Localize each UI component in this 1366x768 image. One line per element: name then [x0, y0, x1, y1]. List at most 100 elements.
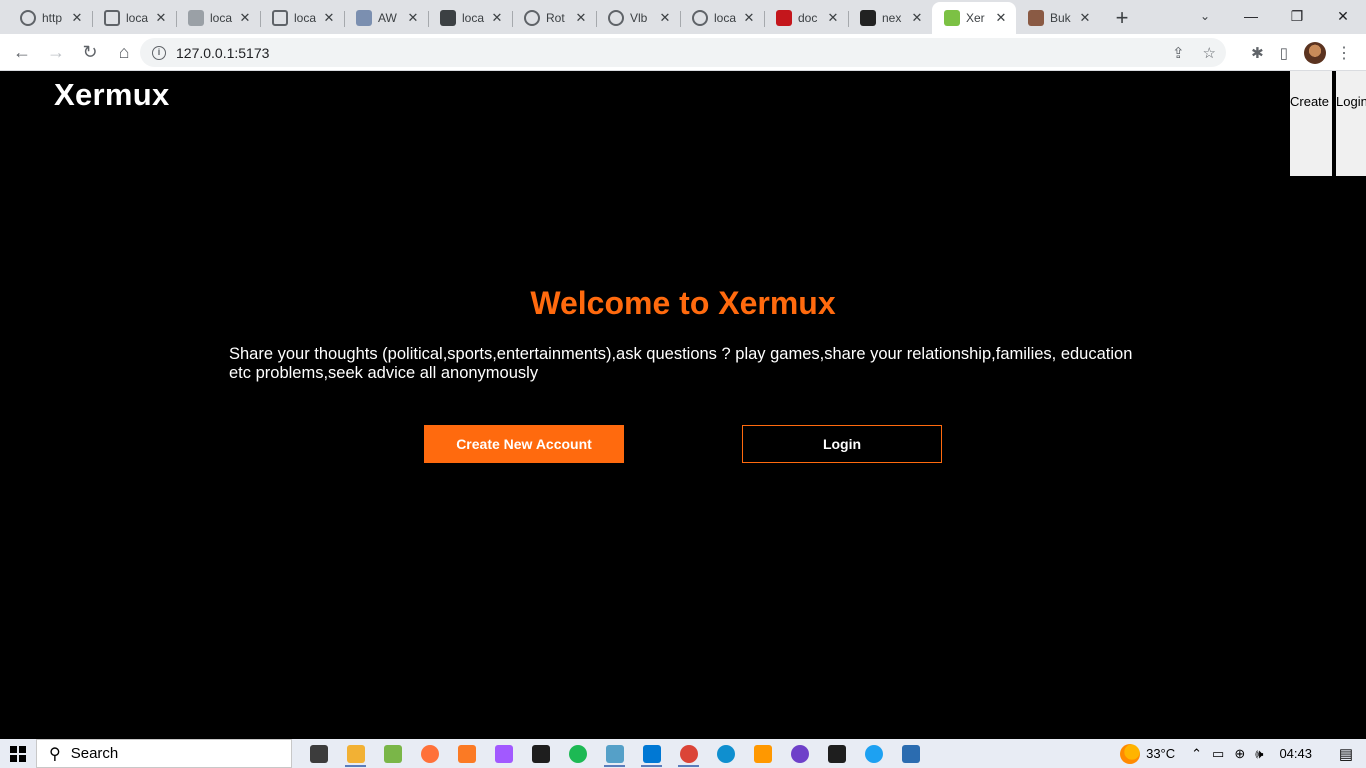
app-glyph [864, 744, 883, 763]
tab-title: doc [798, 11, 818, 25]
tab-close-icon[interactable]: ✕ [154, 10, 168, 26]
restore-button[interactable]: ❐ [1274, 0, 1320, 32]
globe-icon [692, 10, 708, 26]
browser-menu-icon[interactable]: ⋮ [1336, 34, 1352, 71]
tab-title: loca [714, 11, 737, 25]
login-button[interactable]: Login [742, 425, 942, 463]
tab-close-icon[interactable]: ✕ [490, 10, 504, 26]
tab-close-icon[interactable]: ✕ [826, 10, 840, 26]
browser-tab[interactable]: loca ✕ [176, 2, 260, 34]
tab-title: Rot [546, 11, 565, 25]
forward-button[interactable]: → [40, 36, 72, 68]
xermux-logo-icon [944, 10, 960, 26]
close-window-button[interactable]: ✕ [1320, 0, 1366, 32]
address-bar[interactable]: i 127.0.0.1:5173 ⇪ ☆ [140, 38, 1226, 67]
browser-tab[interactable]: Rot ✕ [512, 2, 596, 34]
nav-create-button[interactable]: Create [1290, 71, 1332, 176]
url-text[interactable]: 127.0.0.1:5173 [176, 45, 269, 61]
window-controls: — ❐ ✕ [1228, 0, 1366, 32]
bookmark-star-icon[interactable]: ☆ [1203, 44, 1216, 62]
paint-icon[interactable] [374, 739, 411, 768]
tab-close-icon[interactable]: ✕ [994, 10, 1008, 26]
globe-icon [608, 10, 624, 26]
tab-close-icon[interactable]: ✕ [658, 10, 672, 26]
clock[interactable]: 04:43 [1279, 746, 1312, 761]
tab-close-icon[interactable]: ✕ [322, 10, 336, 26]
app-glyph [790, 744, 809, 763]
task-view-icon[interactable] [300, 739, 337, 768]
taskbar-search[interactable]: ⚲ Search [36, 739, 292, 768]
app-glyph [457, 744, 476, 763]
browser-tab[interactable]: loca ✕ [680, 2, 764, 34]
extensions-icon[interactable]: ✱ [1251, 44, 1264, 62]
tray-chevron-icon[interactable]: ⌃ [1191, 746, 1202, 762]
grid-icon [356, 10, 372, 26]
tab-close-icon[interactable]: ✕ [1078, 10, 1092, 26]
network-icon[interactable]: ⊕ [1234, 746, 1245, 762]
spotify-icon[interactable] [559, 739, 596, 768]
minimize-button[interactable]: — [1228, 0, 1274, 32]
nav-login-button[interactable]: Login [1336, 71, 1366, 176]
browser-tab[interactable]: loca ✕ [428, 2, 512, 34]
weather-temperature: 33°C [1146, 746, 1176, 761]
browser-tab[interactable]: doc ✕ [764, 2, 848, 34]
home-button[interactable]: ⌂ [108, 36, 140, 68]
tab-close-icon[interactable]: ✕ [910, 10, 924, 26]
tab-title: loca [210, 11, 233, 25]
tab-title: loca [462, 11, 485, 25]
twitter-icon[interactable] [855, 739, 892, 768]
edge-icon[interactable] [707, 739, 744, 768]
notification-center-icon[interactable]: ▤ [1326, 745, 1366, 763]
store-icon[interactable] [522, 739, 559, 768]
create-account-button[interactable]: Create New Account [424, 425, 624, 463]
brand-logo[interactable]: Xermux [54, 77, 170, 113]
new-tab-button[interactable]: + [1104, 2, 1140, 34]
tab-search-button[interactable]: ⌄ [1190, 0, 1220, 32]
browser-tab[interactable]: AW ✕ [344, 2, 428, 34]
tab-close-icon[interactable]: ✕ [406, 10, 420, 26]
browser-tab[interactable]: loca ✕ [92, 2, 176, 34]
box-icon [272, 10, 288, 26]
back-button[interactable]: ← [6, 36, 38, 68]
github-desktop-icon[interactable] [781, 739, 818, 768]
tab-close-icon[interactable]: ✕ [238, 10, 252, 26]
site-info-icon[interactable]: i [152, 45, 166, 60]
system-tray: 33°C ⌃ ▭ ⊕ 🕪 04:43 ▤ [1120, 739, 1366, 768]
globe-icon [524, 10, 540, 26]
figma-icon[interactable] [485, 739, 522, 768]
battery-icon[interactable]: ▭ [1212, 746, 1224, 762]
tab-close-icon[interactable]: ✕ [742, 10, 756, 26]
tab-title: AW [378, 11, 397, 25]
box-icon [104, 10, 120, 26]
tab-close-icon[interactable]: ✕ [574, 10, 588, 26]
reload-button[interactable]: ↻ [74, 36, 106, 68]
tab-title: Buk [1050, 11, 1071, 25]
sublime-icon[interactable] [744, 739, 781, 768]
browser-tab[interactable]: loca ✕ [260, 2, 344, 34]
weather-widget[interactable]: 33°C [1120, 743, 1176, 764]
browser-tab[interactable]: nex ✕ [848, 2, 932, 34]
file-explorer-icon[interactable] [337, 739, 374, 768]
search-icon: ⚲ [49, 745, 61, 763]
tab-close-icon[interactable]: ✕ [70, 10, 84, 26]
browser-tab[interactable]: http ✕ [8, 2, 92, 34]
app-icon[interactable] [892, 739, 929, 768]
browser-tab[interactable]: Vlb ✕ [596, 2, 680, 34]
app-glyph [420, 744, 439, 763]
chrome-icon[interactable] [670, 739, 707, 768]
side-panel-icon[interactable]: ▯ [1280, 44, 1288, 62]
app-glyph [531, 744, 550, 763]
start-button[interactable] [0, 739, 36, 768]
xampp-icon[interactable] [448, 739, 485, 768]
hero-title: Welcome to Xermux [530, 285, 836, 321]
firefox-icon[interactable] [411, 739, 448, 768]
profile-avatar[interactable] [1304, 41, 1326, 64]
notepad-icon[interactable] [596, 739, 633, 768]
browser-tab[interactable]: Xer ✕ [932, 2, 1016, 34]
browser-tab[interactable]: Buk ✕ [1016, 2, 1100, 34]
app-glyph [494, 744, 513, 763]
volume-icon[interactable]: 🕪 [1255, 746, 1263, 762]
share-icon[interactable]: ⇪ [1172, 44, 1185, 62]
vscode-icon[interactable] [633, 739, 670, 768]
terminal-icon[interactable] [818, 739, 855, 768]
